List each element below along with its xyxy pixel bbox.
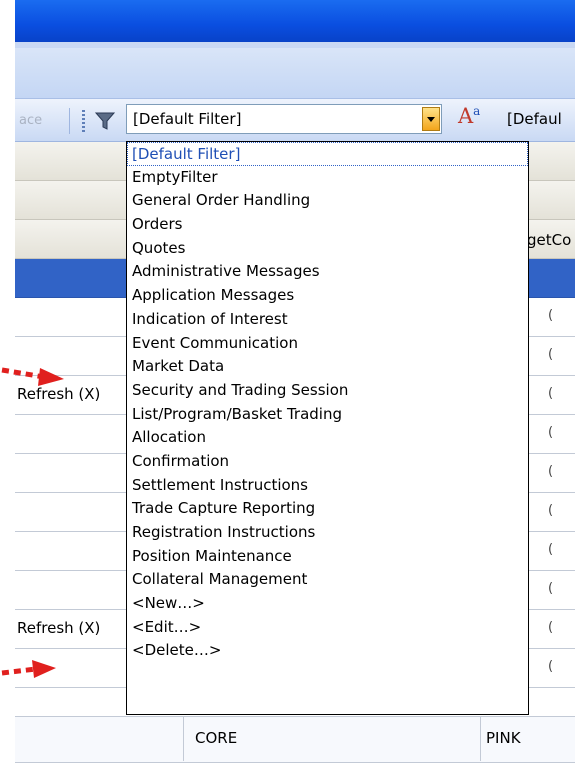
- row-cell-right: (: [548, 503, 554, 518]
- row-cell-core: CORE: [195, 729, 238, 747]
- filter-dropdown-list[interactable]: [Default Filter] EmptyFilter General Ord…: [126, 141, 529, 715]
- dropdown-item[interactable]: [Default Filter]: [127, 142, 528, 166]
- row-cell-pink: PINK: [486, 729, 521, 747]
- filter-combo-value: [Default Filter]: [133, 110, 242, 128]
- dropdown-item[interactable]: List/Program/Basket Trading: [127, 403, 528, 427]
- red-arrow-icon: [1, 367, 64, 386]
- row-cell-action[interactable]: Refresh (X): [17, 619, 100, 637]
- filter-icon[interactable]: [92, 110, 120, 132]
- window-titlebar: [15, 0, 575, 42]
- red-arrow-icon: [1, 660, 56, 678]
- row-cell-right: (: [548, 542, 554, 557]
- dropdown-item[interactable]: Security and Trading Session: [127, 379, 528, 403]
- dropdown-item-edit[interactable]: <Edit…>: [127, 616, 528, 640]
- filter-combo[interactable]: [Default Filter]: [126, 104, 442, 134]
- dropdown-item[interactable]: Allocation: [127, 426, 528, 450]
- row-cell-right: (: [548, 620, 554, 635]
- font-icon[interactable]: Aa: [458, 104, 480, 128]
- column-divider: [183, 716, 184, 761]
- dropdown-arrow-icon[interactable]: [422, 107, 440, 131]
- dropdown-item[interactable]: Confirmation: [127, 450, 528, 474]
- row-cell-right: (: [548, 386, 554, 401]
- dropdown-item[interactable]: Quotes: [127, 237, 528, 261]
- column-divider: [480, 716, 481, 761]
- dropdown-item[interactable]: Application Messages: [127, 284, 528, 308]
- dropdown-item-delete[interactable]: <Delete…>: [127, 639, 528, 663]
- column-header-partial[interactable]: getCo: [527, 231, 571, 249]
- row-cell-right: (: [548, 308, 554, 323]
- dropdown-item[interactable]: Trade Capture Reporting: [127, 497, 528, 521]
- font-combo-value[interactable]: [Defaul: [507, 110, 562, 128]
- dropdown-item[interactable]: Registration Instructions: [127, 521, 528, 545]
- row-cell-right: (: [548, 425, 554, 440]
- toolbar-separator: [69, 108, 70, 134]
- dropdown-item[interactable]: Administrative Messages: [127, 260, 528, 284]
- menu-band: [15, 48, 575, 99]
- dropdown-item[interactable]: Position Maintenance: [127, 545, 528, 569]
- dropdown-item[interactable]: Collateral Management: [127, 568, 528, 592]
- dropdown-item-new[interactable]: <New…>: [127, 592, 528, 616]
- dropdown-item[interactable]: General Order Handling: [127, 189, 528, 213]
- row-cell-right: (: [548, 581, 554, 596]
- dropdown-item[interactable]: Orders: [127, 213, 528, 237]
- dropdown-item[interactable]: Settlement Instructions: [127, 474, 528, 498]
- dropdown-item[interactable]: EmptyFilter: [127, 166, 528, 190]
- dropdown-item[interactable]: Indication of Interest: [127, 308, 528, 332]
- dropdown-item[interactable]: Market Data: [127, 355, 528, 379]
- row-cell-right: (: [548, 659, 554, 674]
- dropdown-item[interactable]: Event Communication: [127, 332, 528, 356]
- toolbar-grip-handle[interactable]: [82, 110, 85, 132]
- row-cell-right: (: [548, 347, 554, 362]
- table-row-footer[interactable]: CORE PINK: [15, 716, 575, 763]
- toolbar-clipped-label[interactable]: ace: [19, 113, 42, 128]
- row-cell-right: (: [548, 464, 554, 479]
